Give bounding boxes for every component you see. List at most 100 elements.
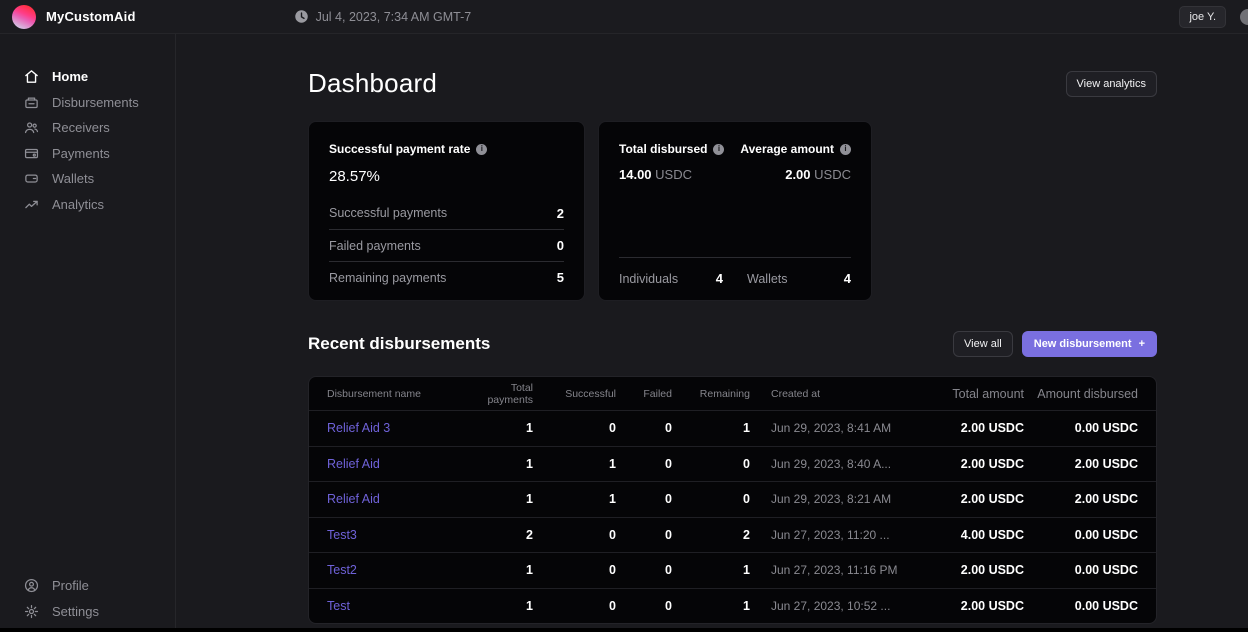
failed-cell: 0 xyxy=(616,563,672,577)
total-disbursed-value: 14.00 USDC xyxy=(619,167,724,182)
gear-icon xyxy=(24,604,39,619)
stat-label: Individuals xyxy=(619,272,678,286)
table-row: Relief Aid 1 1 0 0 Jun 29, 2023, 8:40 A.… xyxy=(309,446,1156,482)
wallet-icon xyxy=(24,171,39,186)
payment-rate-title: Successful payment rate xyxy=(329,142,470,156)
info-icon[interactable]: i xyxy=(713,144,724,155)
stat-row-failed: Failed payments 0 xyxy=(329,229,564,261)
recent-disbursements-title: Recent disbursements xyxy=(308,334,490,354)
total-payments-cell: 1 xyxy=(477,421,533,435)
view-all-button[interactable]: View all xyxy=(953,331,1013,357)
total-amount-cell: 2.00 USDC xyxy=(924,599,1024,613)
remaining-cell: 1 xyxy=(672,599,750,613)
total-amount-cell: 2.00 USDC xyxy=(924,421,1024,435)
average-amount-value: 2.00 USDC xyxy=(740,167,851,182)
clock-icon xyxy=(294,9,309,24)
table-row: Test2 1 0 0 1 Jun 27, 2023, 11:16 PM 2.0… xyxy=(309,552,1156,588)
table-row: Relief Aid 3 1 0 0 1 Jun 29, 2023, 8:41 … xyxy=(309,410,1156,446)
remaining-cell: 1 xyxy=(672,563,750,577)
successful-cell: 0 xyxy=(533,563,616,577)
disbursement-name-link[interactable]: Test xyxy=(327,599,477,613)
info-icon[interactable]: i xyxy=(476,144,487,155)
bottom-edge xyxy=(0,628,1248,632)
stat-row-remaining: Remaining payments 5 xyxy=(329,261,564,293)
col-header-total-amount: Total amount xyxy=(924,387,1024,401)
sidebar-item-label: Payments xyxy=(52,146,110,161)
failed-cell: 0 xyxy=(616,599,672,613)
disbursed-card: Total disbursed i 14.00 USDC Average amo… xyxy=(598,121,872,301)
new-disbursement-button[interactable]: New disbursement + xyxy=(1022,331,1157,357)
sidebar-item-receivers[interactable]: Receivers xyxy=(0,115,175,141)
app-logo xyxy=(12,5,36,29)
info-icon[interactable]: i xyxy=(840,144,851,155)
remaining-cell: 0 xyxy=(672,457,750,471)
stat-label: Remaining payments xyxy=(329,271,446,285)
page-title: Dashboard xyxy=(308,68,437,99)
view-analytics-button[interactable]: View analytics xyxy=(1066,71,1158,97)
amount-disbursed-cell: 0.00 USDC xyxy=(1024,421,1138,435)
avatar[interactable] xyxy=(1240,9,1248,25)
sidebar-item-settings[interactable]: Settings xyxy=(0,599,175,625)
disbursement-name-link[interactable]: Test3 xyxy=(327,528,477,542)
failed-cell: 0 xyxy=(616,457,672,471)
stat-value: 2 xyxy=(557,206,564,221)
failed-cell: 0 xyxy=(616,492,672,506)
created-at-cell: Jun 27, 2023, 11:16 PM xyxy=(750,563,924,577)
table-row: Test 1 0 0 1 Jun 27, 2023, 10:52 ... 2.0… xyxy=(309,588,1156,624)
amount-disbursed-cell: 2.00 USDC xyxy=(1024,492,1138,506)
col-header-successful: Successful xyxy=(533,388,616,400)
users-icon xyxy=(24,120,39,135)
remaining-cell: 1 xyxy=(672,421,750,435)
stat-value: 5 xyxy=(557,270,564,285)
top-bar: MyCustomAid Jul 4, 2023, 7:34 AM GMT-7 j… xyxy=(0,0,1248,34)
col-header-created-at: Created at xyxy=(750,388,924,400)
sidebar-item-analytics[interactable]: Analytics xyxy=(0,192,175,218)
disbursement-name-link[interactable]: Test2 xyxy=(327,563,477,577)
payment-rate-card: Successful payment rate i 28.57% Success… xyxy=(308,121,585,301)
created-at-cell: Jun 29, 2023, 8:41 AM xyxy=(750,421,924,435)
created-at-cell: Jun 27, 2023, 10:52 ... xyxy=(750,599,924,613)
total-amount-cell: 4.00 USDC xyxy=(924,528,1024,542)
disbursements-table: Disbursement name Total payments Success… xyxy=(308,376,1157,624)
user-menu-button[interactable]: joe Y. xyxy=(1179,6,1226,28)
payments-icon xyxy=(24,146,39,161)
total-amount-cell: 2.00 USDC xyxy=(924,457,1024,471)
col-header-failed: Failed xyxy=(616,388,672,400)
individuals-stat: Individuals 4 xyxy=(619,271,723,286)
disbursement-name-link[interactable]: Relief Aid 3 xyxy=(327,421,477,435)
failed-cell: 0 xyxy=(616,421,672,435)
amount-disbursed-cell: 0.00 USDC xyxy=(1024,563,1138,577)
total-payments-cell: 1 xyxy=(477,599,533,613)
sidebar-item-disbursements[interactable]: Disbursements xyxy=(0,90,175,116)
current-datetime: Jul 4, 2023, 7:34 AM GMT-7 xyxy=(294,9,472,24)
sidebar-item-profile[interactable]: Profile xyxy=(0,573,175,599)
disbursement-name-link[interactable]: Relief Aid xyxy=(327,492,477,506)
created-at-cell: Jun 29, 2023, 8:21 AM xyxy=(750,492,924,506)
sidebar-item-label: Receivers xyxy=(52,120,110,135)
profile-icon xyxy=(24,578,39,593)
successful-cell: 0 xyxy=(533,421,616,435)
sidebar-item-home[interactable]: Home xyxy=(0,64,175,90)
failed-cell: 0 xyxy=(616,528,672,542)
total-payments-cell: 1 xyxy=(477,563,533,577)
stat-label: Wallets xyxy=(747,272,788,286)
home-icon xyxy=(24,69,39,84)
sidebar-item-label: Profile xyxy=(52,578,89,593)
table-row: Test3 2 0 0 2 Jun 27, 2023, 11:20 ... 4.… xyxy=(309,517,1156,553)
sidebar-item-payments[interactable]: Payments xyxy=(0,141,175,167)
stat-value: 4 xyxy=(716,271,723,286)
stat-value: 4 xyxy=(844,271,851,286)
stat-row-successful: Successful payments 2 xyxy=(329,197,564,229)
total-disbursed-title: Total disbursed xyxy=(619,142,707,156)
col-header-total-payments: Total payments xyxy=(477,382,533,406)
col-header-remaining: Remaining xyxy=(672,388,750,400)
disbursements-icon xyxy=(24,95,39,110)
sidebar-item-wallets[interactable]: Wallets xyxy=(0,166,175,192)
stat-label: Successful payments xyxy=(329,206,447,220)
disbursement-name-link[interactable]: Relief Aid xyxy=(327,457,477,471)
sidebar-item-label: Wallets xyxy=(52,171,94,186)
app-name: MyCustomAid xyxy=(46,9,136,24)
created-at-cell: Jun 29, 2023, 8:40 A... xyxy=(750,457,924,471)
total-payments-cell: 2 xyxy=(477,528,533,542)
average-amount-title: Average amount xyxy=(740,142,834,156)
